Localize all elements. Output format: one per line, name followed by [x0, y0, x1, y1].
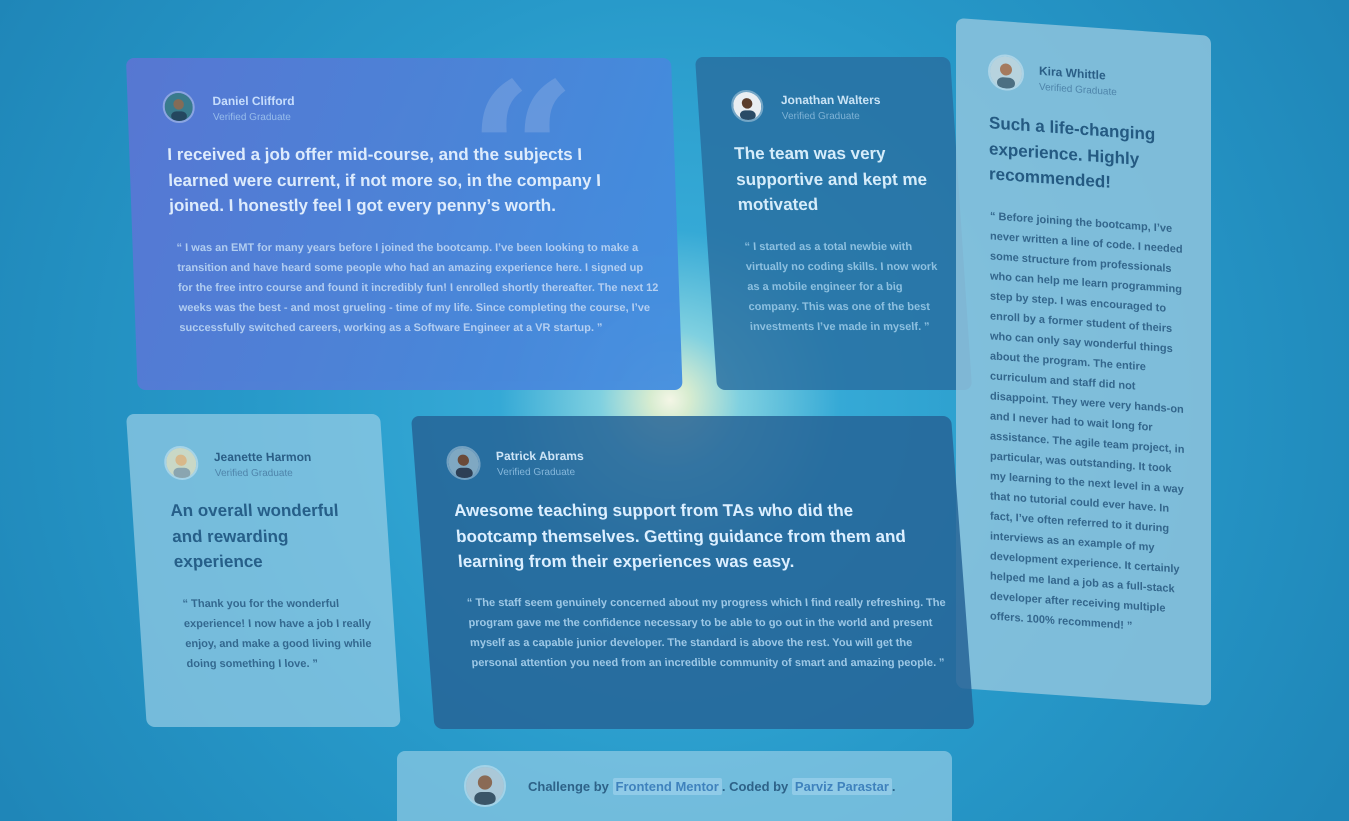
- author-role: Verified Graduate: [781, 111, 861, 122]
- author-link[interactable]: Parviz Parastar: [791, 778, 892, 795]
- testimonial-quote: “ The staff seem genuinely concerned abo…: [466, 597, 947, 669]
- attribution-text: Challenge by Frontend Mentor. Coded by P…: [528, 778, 896, 795]
- testimonial-card-jeanette: Jeanette Harmon Verified Graduate An ove…: [126, 414, 401, 727]
- testimonial-card-kira: Kira Whittle Verified Graduate Such a li…: [956, 18, 1211, 706]
- author-name: Patrick Abrams: [495, 449, 585, 463]
- avatar: [163, 446, 200, 480]
- attribution-footer: Challenge by Frontend Mentor. Coded by P…: [397, 751, 952, 821]
- separator: .: [721, 779, 726, 794]
- coded-by-label: Coded by: [729, 779, 789, 794]
- testimonial-headline: Awesome teaching support from TAs who di…: [453, 501, 907, 571]
- avatar: [988, 53, 1024, 92]
- testimonial-headline: The team was very supportive and kept me…: [733, 144, 928, 214]
- challenge-label: Challenge by: [528, 779, 609, 794]
- author-role: Verified Graduate: [1039, 81, 1117, 99]
- author-name: Jonathan Walters: [780, 93, 881, 107]
- avatar: [730, 90, 765, 122]
- author-name: Kira Whittle: [1039, 63, 1106, 83]
- testimonial-quote: “ Before joining the bootcamp, I’ve neve…: [990, 210, 1185, 633]
- testimonial-headline: Such a life-changing experience. Highly …: [989, 113, 1156, 192]
- testimonial-card-daniel: “ Daniel Clifford Verified Graduate I re…: [126, 58, 683, 390]
- avatar: [445, 446, 482, 480]
- testimonial-headline: I received a job offer mid-course, and t…: [167, 145, 602, 215]
- avatar: [162, 91, 196, 123]
- testimonial-card-jonathan: Jonathan Walters Verified Graduate The t…: [695, 57, 973, 390]
- testimonial-quote: “ I was an EMT for many years before I j…: [176, 242, 659, 334]
- testimonial-headline: An overall wonderful and rewarding exper…: [169, 501, 340, 571]
- author-role: Verified Graduate: [214, 468, 294, 479]
- author-avatar: [464, 765, 506, 807]
- author-role: Verified Graduate: [496, 467, 576, 478]
- testimonial-quote: “ I started as a total newbie with virtu…: [744, 241, 938, 333]
- testimonial-card-patrick: Patrick Abrams Verified Graduate Awesome…: [411, 416, 975, 729]
- end-period: .: [891, 779, 896, 794]
- author-name: Daniel Clifford: [212, 94, 295, 108]
- frontend-mentor-link[interactable]: Frontend Mentor: [612, 778, 722, 795]
- author-role: Verified Graduate: [212, 112, 292, 123]
- author-name: Jeanette Harmon: [213, 450, 312, 464]
- testimonial-quote: “ Thank you for the wonderful experience…: [182, 598, 372, 670]
